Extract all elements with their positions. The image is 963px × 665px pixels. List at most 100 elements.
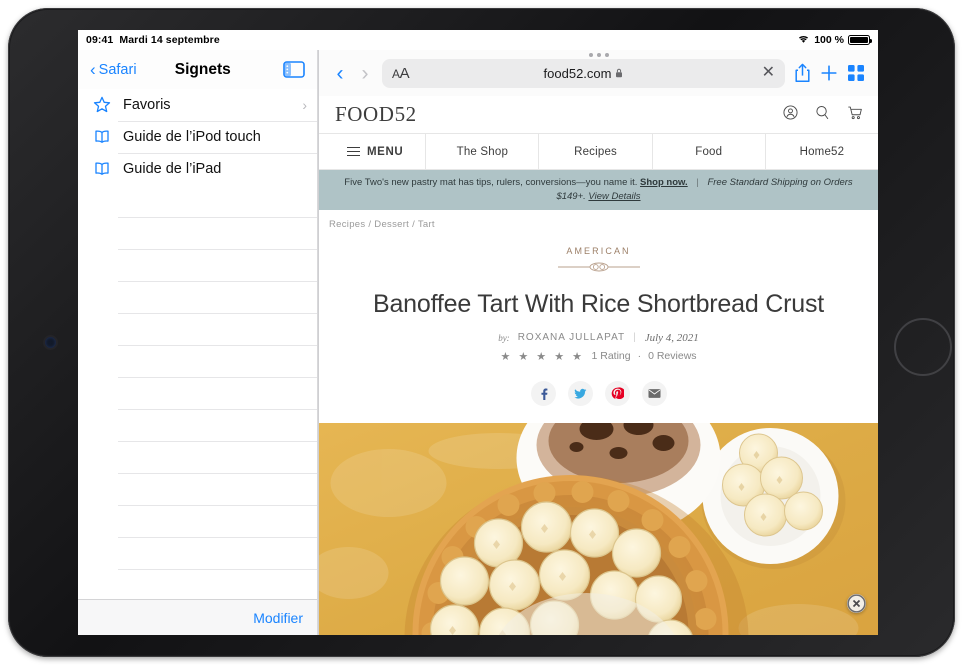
bookmark-label: Guide de l’iPod touch: [123, 129, 317, 145]
chevron-left-icon: ‹: [90, 61, 96, 78]
bookmark-label: Guide de l’iPad: [123, 161, 317, 177]
site-navigation: MENU The Shop Recipes Food Home52: [319, 134, 878, 170]
bookmark-empty-row: [78, 249, 317, 281]
email-icon[interactable]: [642, 381, 667, 406]
bookmark-item-ipad-guide[interactable]: Guide de l’iPad: [78, 153, 317, 185]
breadcrumb-tart[interactable]: Tart: [418, 219, 435, 230]
review-count[interactable]: 0 Reviews: [648, 350, 696, 362]
star-rating[interactable]: ★ ★ ★ ★ ★: [500, 350, 584, 363]
empty-rows-group: [78, 185, 317, 599]
bookmark-item-ipod-touch-guide[interactable]: Guide de l’iPod touch: [78, 121, 317, 153]
search-icon[interactable]: [815, 105, 830, 125]
promo-text: Five Two's new pastry mat has tips, rule…: [344, 177, 637, 188]
back-button[interactable]: ‹: [332, 63, 348, 84]
food52-logo[interactable]: FOOD52: [335, 102, 417, 127]
split-view: ‹ Safari Signets: [78, 50, 878, 635]
address-bar[interactable]: AA food52.com ✕: [382, 59, 785, 88]
screenshot-scene: 09:41 Mardi 14 septembre 100 % ‹ Safari: [0, 0, 963, 665]
publish-date: July 4, 2021: [645, 332, 699, 344]
ios-status-bar: 09:41 Mardi 14 septembre 100 %: [78, 30, 878, 50]
account-icon[interactable]: [783, 105, 798, 125]
nav-item-recipes[interactable]: Recipes: [539, 134, 652, 169]
breadcrumb: Recipes / Dessert / Tart: [319, 210, 878, 230]
hero-illustration: [319, 423, 878, 635]
recipe-hero-image: [319, 423, 878, 635]
pinterest-icon[interactable]: [605, 381, 630, 406]
sidebar-title: Signets: [129, 61, 277, 79]
breadcrumb-separator: /: [412, 219, 415, 230]
share-buttons: [319, 381, 878, 406]
edit-button[interactable]: Modifier: [253, 610, 303, 626]
star-icon: [92, 95, 112, 115]
breadcrumb-dessert[interactable]: Dessert: [374, 219, 409, 230]
twitter-icon[interactable]: [568, 381, 593, 406]
bookmark-empty-row: [78, 505, 317, 537]
bookmark-empty-row: [78, 569, 317, 599]
battery-full-icon: [848, 35, 870, 46]
url-text-group: food52.com: [382, 66, 785, 81]
bookmark-empty-row: [78, 441, 317, 473]
menu-label: MENU: [367, 146, 403, 158]
book-icon: [92, 127, 112, 147]
text-size-button[interactable]: AA: [392, 65, 409, 82]
facebook-icon[interactable]: [531, 381, 556, 406]
sidebar-header: ‹ Safari Signets: [78, 50, 317, 89]
nav-item-home52[interactable]: Home52: [766, 134, 878, 169]
forward-button: ›: [357, 63, 373, 84]
share-icon[interactable]: [794, 63, 811, 83]
breadcrumb-recipes[interactable]: Recipes: [329, 219, 365, 230]
front-camera-icon: [45, 337, 56, 348]
bookmark-item-favoris[interactable]: Favoris ›: [78, 89, 317, 121]
battery-percent: 100 %: [814, 34, 844, 46]
ipad-screen: 09:41 Mardi 14 septembre 100 % ‹ Safari: [78, 30, 878, 635]
rating-row: ★ ★ ★ ★ ★ 1 Rating · 0 Reviews: [319, 350, 878, 363]
bookmark-empty-row: [78, 185, 317, 217]
sidebar-toggle-icon[interactable]: [283, 61, 305, 78]
rating-count: 1 Rating: [591, 350, 630, 362]
bookmark-empty-row: [78, 409, 317, 441]
promo-banner: Five Two's new pastry mat has tips, rule…: [319, 170, 878, 210]
byline-divider: |: [633, 332, 637, 343]
bookmark-empty-row: [78, 377, 317, 409]
menu-button[interactable]: MENU: [319, 134, 426, 169]
breadcrumb-separator: /: [368, 219, 371, 230]
bookmark-empty-row: [78, 217, 317, 249]
url-text: food52.com: [544, 66, 612, 81]
book-icon: [92, 159, 112, 179]
bookmarks-list: Favoris › Guide de l’iPod touch Guide: [78, 89, 317, 599]
bookmark-label: Favoris: [123, 97, 291, 113]
nav-item-food[interactable]: Food: [653, 134, 766, 169]
cuisine-section: AMERICAN: [319, 246, 878, 277]
site-header-icons: [783, 105, 862, 125]
tab-overview-icon[interactable]: [847, 64, 865, 82]
promo-shop-now-link[interactable]: Shop now.: [640, 177, 688, 188]
lock-icon: [615, 68, 623, 78]
ornament-divider-icon: [319, 259, 878, 277]
author-name[interactable]: ROXANA JULLAPAT: [518, 332, 625, 343]
bookmark-empty-row: [78, 345, 317, 377]
safari-browser-pane: ‹ › AA food52.com ✕: [318, 50, 878, 635]
wifi-icon: [797, 34, 810, 47]
hamburger-icon: [347, 147, 360, 156]
cuisine-label: AMERICAN: [319, 246, 878, 256]
promo-view-details-link[interactable]: View Details: [588, 191, 640, 202]
page-title: Banoffee Tart With Rice Shortbread Crust: [319, 290, 878, 319]
cart-icon[interactable]: [847, 105, 862, 125]
clear-url-button[interactable]: ✕: [762, 65, 775, 81]
chevron-right-icon: ›: [302, 97, 317, 113]
bookmarks-sidebar: ‹ Safari Signets: [78, 50, 318, 635]
status-bar-right: 100 %: [797, 34, 870, 47]
sidebar-footer: Modifier: [78, 599, 317, 635]
close-circle-icon[interactable]: [847, 594, 866, 613]
home-button[interactable]: [894, 318, 952, 376]
rating-separator: ·: [638, 350, 642, 362]
plus-icon[interactable]: [820, 64, 838, 82]
multitask-dots-icon[interactable]: [589, 53, 609, 57]
bookmark-empty-row: [78, 313, 317, 345]
web-page-content: FOOD52: [319, 96, 878, 635]
status-bar-left: 09:41 Mardi 14 septembre: [86, 34, 220, 46]
bookmark-empty-row: [78, 281, 317, 313]
promo-divider: |: [690, 177, 704, 188]
nav-item-the-shop[interactable]: The Shop: [426, 134, 539, 169]
site-header: FOOD52: [319, 96, 878, 134]
